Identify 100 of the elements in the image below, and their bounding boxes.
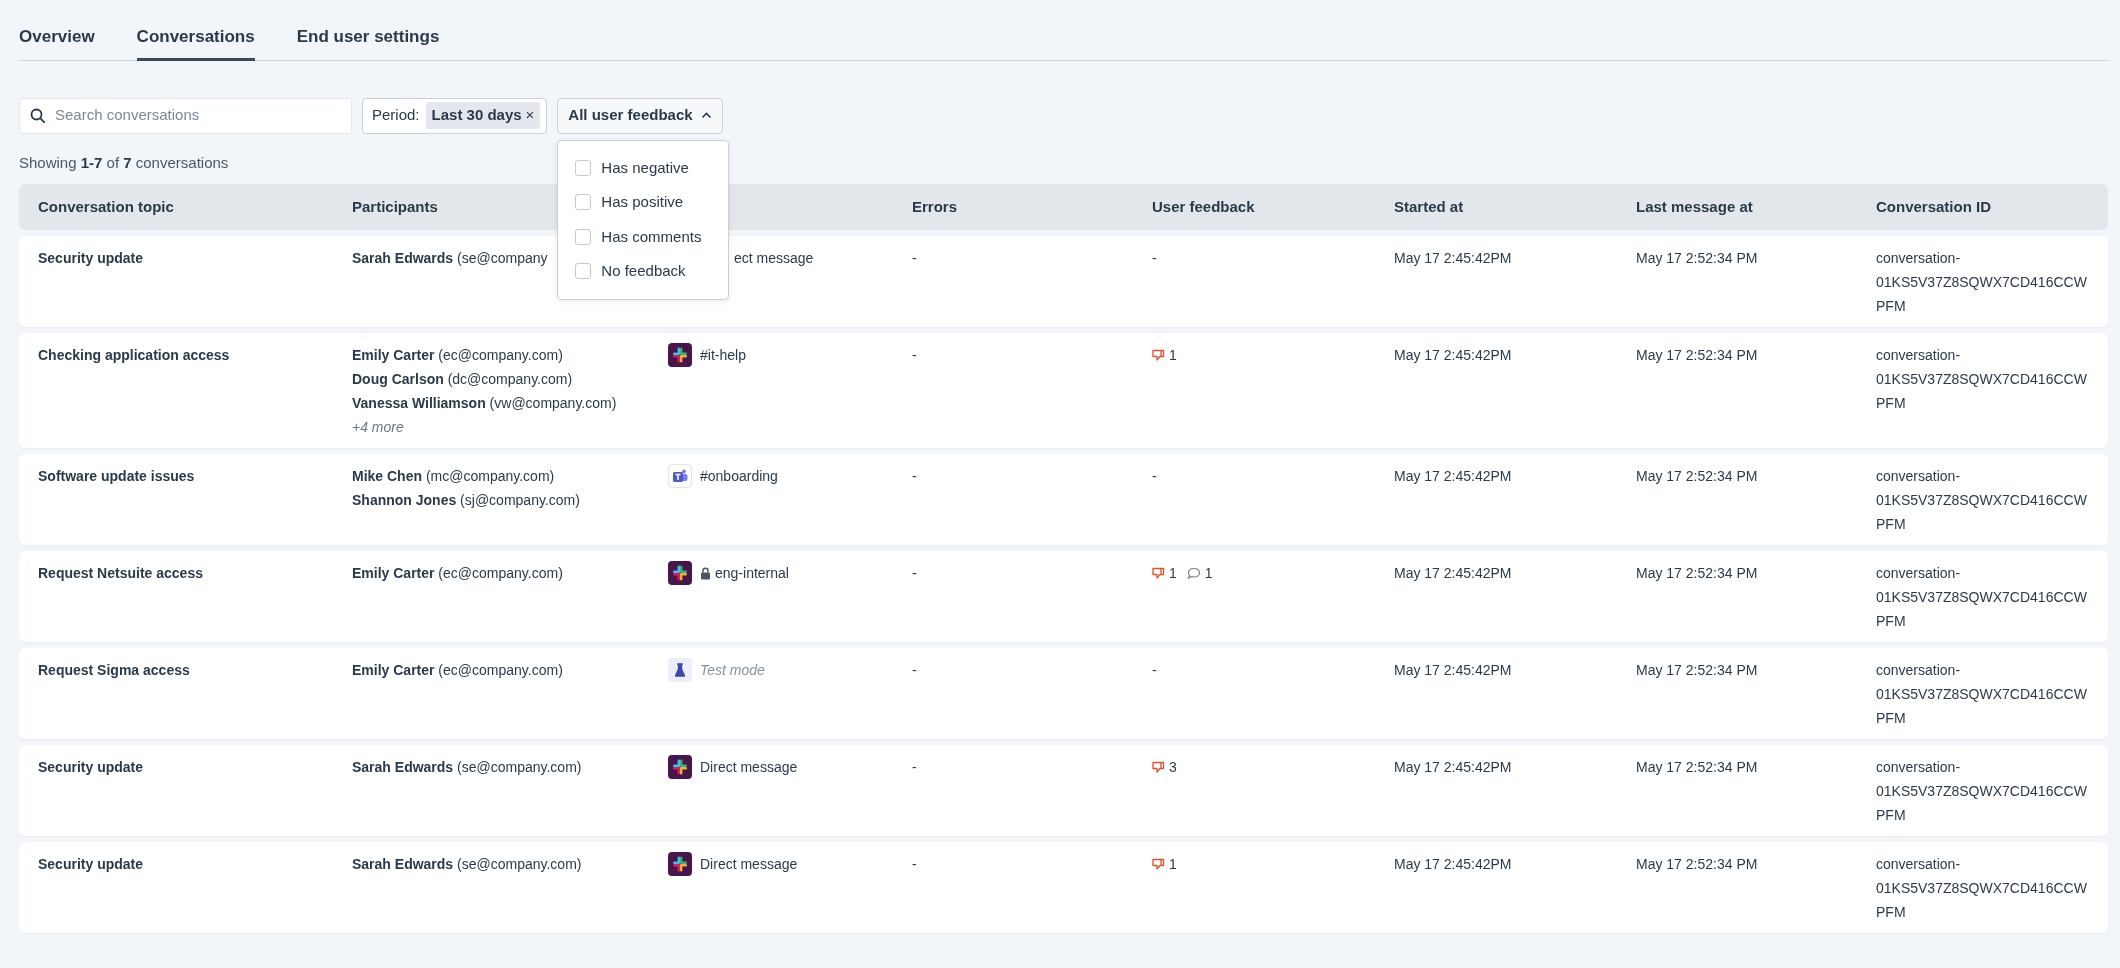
teams-logo-icon [668, 464, 692, 488]
error-count: - [912, 468, 917, 484]
column-header: Last message at [1636, 197, 1753, 215]
table-row[interactable]: Security update Sarah Edwards (se@company.com) Direct message - 3 May 17 2:45:42PM May 17 2:52:34 PM conversation-01KS5V37Z8SQWX7CD416CCWPFM [19, 745, 2108, 836]
menu-option[interactable]: Has positive [558, 185, 729, 220]
conversation-topic: Checking application access [38, 347, 230, 363]
tab[interactable]: Conversations [136, 20, 255, 61]
participant: Sarah Edwards (se@company [352, 249, 549, 268]
column-header: Conversation ID [1876, 197, 1992, 215]
column-header: Errors [912, 197, 958, 215]
participant: Sarah Edwards (se@company.com) [352, 758, 583, 777]
conversation-id: conversation-01KS5V37Z8SQWX7CD416CCWPFM [1876, 347, 2087, 411]
table-row[interactable] [19, 333, 2108, 448]
flask-icon [668, 658, 692, 682]
error-count: - [912, 250, 917, 266]
feedback-value: - [1152, 250, 1157, 266]
participant: Emily Carter (ec@company.com) [352, 661, 564, 680]
participant: Emily Carter (ec@company.com) [352, 564, 564, 583]
column-header: Participants [352, 197, 438, 215]
participant: Mike Chen (mc@company.com) [352, 467, 556, 486]
error-count: - [912, 347, 917, 363]
thumbs-down-icon [1152, 349, 1165, 361]
menu-option[interactable]: No feedback [558, 254, 729, 289]
last-message-time: May 17 2:52:34 PM [1636, 468, 1758, 484]
last-message-time: May 17 2:52:34 PM [1636, 347, 1758, 363]
channel-name: Test mode [700, 661, 765, 680]
thumbs-down-icon [1152, 858, 1165, 870]
comment-icon [1186, 567, 1201, 579]
error-count: - [912, 759, 917, 775]
slack-logo-icon [668, 852, 692, 876]
channel-name: ect message [734, 249, 814, 268]
table-row[interactable]: Security update Sarah Edwards (se@company.com) Direct message - 1 May 17 2:45:42PM May 17 2:52:34 PM conversation-01KS5V37Z8SQWX7CD416CCWPFM [19, 842, 2108, 933]
conversation-id: conversation-01KS5V37Z8SQWX7CD416CCWPFM [1876, 468, 2087, 532]
slack-logo-icon [668, 755, 692, 779]
channel-name: eng-internal [715, 564, 789, 583]
error-count: - [912, 565, 917, 581]
conversation-topic: Security update [38, 250, 144, 266]
start-time: May 17 2:45:42PM [1394, 662, 1512, 678]
column-header: Conversation topic [38, 197, 174, 215]
error-count: - [912, 662, 917, 678]
column-header: User feedback [1152, 197, 1255, 215]
search-icon [30, 108, 45, 123]
feedback-value: - [1152, 662, 1157, 678]
table-row[interactable]: Request Sigma access Emily Carter (ec@company.com) Test mode - - May 17 2:45:42PM May 17 2:52:34 PM conversation-01KS5V37Z8SQWX7CD416CCWPFM [19, 648, 2108, 739]
search-field[interactable]: Search conversations [19, 97, 352, 134]
menu-option[interactable]: Has negative [558, 150, 729, 185]
period-chip[interactable]: Last 30 days × [425, 102, 541, 129]
tab[interactable]: Overview [19, 20, 95, 61]
participant: Shannon Jones (sj@company.com) [352, 491, 581, 510]
feedback-value: - [1152, 468, 1157, 484]
thumbs-down-icon [1152, 567, 1165, 579]
table-row[interactable]: Software update issues Mike Chen (mc@company.com) Shannon Jones (sj@company.com) #onboarding - - May 17 2:45:42PM May 17 2:52:34 PM conversation-01KS5V37Z8SQWX7CD416CCWPFM [19, 454, 2108, 545]
slack-logo-icon [668, 561, 692, 585]
feedback-count: 1 [1169, 346, 1177, 365]
table-row[interactable]: Request Netsuite access Emily Carter (ec@company.com) eng-internal - 1 1 May 17 2:45:42PM May 17 2:52:34 PM conversation-01KS5V37Z8SQWX7CD416CCWPFM [19, 551, 2108, 642]
last-message-time: May 17 2:52:34 PM [1636, 856, 1758, 872]
start-time: May 17 2:45:42PM [1394, 250, 1512, 266]
feedback-count: 1 [1169, 564, 1177, 583]
conversation-topic: Security update [38, 856, 144, 872]
feedback-filter-button[interactable]: All user feedback [557, 97, 723, 134]
conversation-id: conversation-01KS5V37Z8SQWX7CD416CCWPFM [1876, 565, 2087, 629]
start-time: May 17 2:45:42PM [1394, 347, 1512, 363]
start-time: May 17 2:45:42PM [1394, 856, 1512, 872]
channel-name: Direct message [700, 855, 798, 874]
start-time: May 17 2:45:42PM [1394, 759, 1512, 775]
error-count: - [912, 856, 917, 872]
conversation-topic: Security update [38, 759, 144, 775]
channel-name: #it-help [700, 346, 746, 365]
period-filter[interactable]: Period: Last 30 days × [362, 97, 548, 134]
conversation-topic: Request Netsuite access [38, 565, 203, 581]
column-header: Started at [1394, 197, 1464, 215]
start-time: May 17 2:45:42PM [1394, 468, 1512, 484]
last-message-time: May 17 2:52:34 PM [1636, 662, 1758, 678]
conversation-topic: Software update issues [38, 468, 195, 484]
channel-name: Direct message [700, 758, 798, 777]
remove-icon[interactable]: × [525, 106, 535, 124]
result-count: Showing 1-7 of 7 conversations [19, 152, 229, 173]
conversation-topic: Request Sigma access [38, 662, 190, 678]
last-message-time: May 17 2:52:34 PM [1636, 759, 1758, 775]
feedback-count: 1 [1204, 564, 1213, 583]
conversation-id: conversation-01KS5V37Z8SQWX7CD416CCWPFM [1876, 250, 2087, 314]
start-time: May 17 2:45:42PM [1394, 565, 1512, 581]
participant: Vanessa Williamson (vw@company.com) [352, 394, 618, 413]
participant: Doug Carlson (dc@company.com) [352, 370, 574, 389]
tab[interactable]: End user settings [296, 20, 440, 61]
channel-name: #onboarding [700, 467, 778, 486]
slack-logo-icon [668, 343, 692, 367]
feedback-count: 3 [1169, 758, 1177, 777]
conversation-id: conversation-01KS5V37Z8SQWX7CD416CCWPFM [1876, 759, 2087, 823]
conversation-id: conversation-01KS5V37Z8SQWX7CD416CCWPFM [1876, 662, 2087, 726]
thumbs-down-icon [1152, 761, 1165, 773]
participant: Sarah Edwards (se@company.com) [352, 855, 583, 874]
search-input[interactable]: Search conversations [53, 103, 341, 128]
filter-label: Period: [372, 105, 420, 126]
conversation-id: conversation-01KS5V37Z8SQWX7CD416CCWPFM [1876, 856, 2087, 920]
feedback-count: 1 [1169, 855, 1177, 874]
last-message-time: May 17 2:52:34 PM [1636, 250, 1758, 266]
participant: Emily Carter (ec@company.com) [352, 346, 564, 365]
more-participants: +4 more [352, 419, 404, 435]
last-message-time: May 17 2:52:34 PM [1636, 565, 1758, 581]
